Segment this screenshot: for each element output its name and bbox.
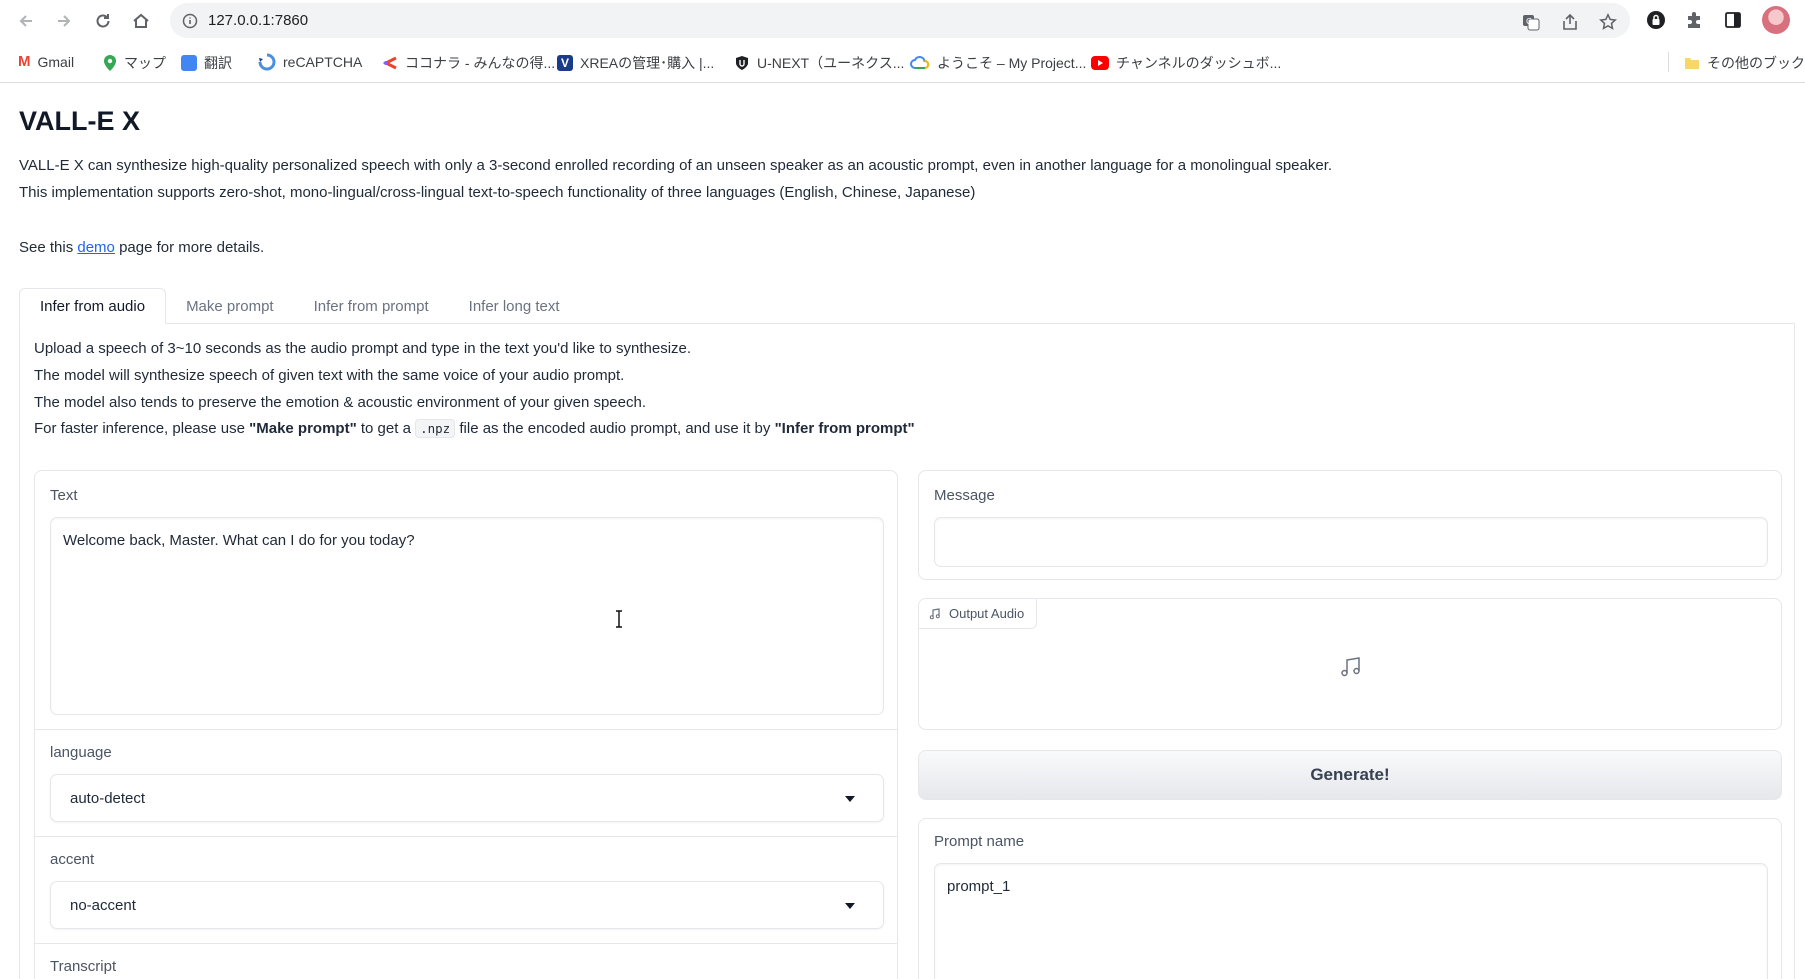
accent-block: accent no-accent — [35, 837, 897, 944]
instruction-line-4: For faster inference, please use "Make p… — [34, 419, 915, 438]
accent-label: accent — [50, 851, 95, 868]
bookmark-unext[interactable]: U-NEXT（ユーネクス... — [734, 53, 904, 73]
tab-bar: Infer from audio Make prompt Infer from … — [19, 288, 580, 324]
home-button[interactable] — [128, 8, 154, 34]
description-line-1: VALL-E X can synthesize high-quality per… — [19, 157, 1333, 174]
instruction-line-3: The model also tends to preserve the emo… — [34, 394, 647, 411]
chevron-down-icon — [845, 796, 855, 802]
tab-infer-from-prompt[interactable]: Infer from prompt — [294, 288, 449, 324]
url-text[interactable]: 127.0.0.1:7860 — [208, 12, 308, 29]
back-arrow-icon — [19, 15, 32, 27]
language-value: auto-detect — [70, 790, 146, 807]
unext-shield-icon — [736, 56, 748, 70]
chevron-down-icon — [845, 903, 855, 909]
password-manager-icon[interactable] — [1645, 9, 1667, 31]
language-block: language auto-detect — [35, 730, 897, 837]
back-button[interactable] — [13, 8, 39, 34]
accent-dropdown[interactable]: no-accent — [50, 881, 884, 929]
profile-avatar[interactable] — [1762, 6, 1790, 34]
prompt-name-label: Prompt name — [934, 833, 1025, 850]
svg-text:G: G — [1526, 17, 1532, 26]
reload-icon — [96, 14, 110, 28]
recaptcha-icon — [258, 53, 276, 71]
text-label: Text — [50, 487, 78, 504]
output-audio-panel: Output Audio — [918, 598, 1782, 730]
bookmark-maps[interactable]: マップ — [103, 53, 166, 73]
bookmark-coconala[interactable]: ココナラ - みんなの得... — [382, 53, 555, 73]
generate-button[interactable]: Generate! — [918, 750, 1782, 800]
gmail-icon: M — [18, 53, 31, 70]
reload-button[interactable] — [90, 8, 116, 34]
translate-icon[interactable]: G — [1520, 11, 1542, 33]
bookmark-recaptcha[interactable]: reCAPTCHA — [258, 53, 362, 71]
map-pin-icon — [104, 55, 116, 71]
cloud-icon — [910, 55, 930, 69]
bookmark-star-icon[interactable] — [1597, 11, 1619, 33]
page-content: VALL-E X VALL-E X can synthesize high-qu… — [0, 84, 1805, 979]
tab-make-prompt[interactable]: Make prompt — [166, 288, 294, 324]
prompt-name-panel: Prompt name prompt_1 — [918, 818, 1782, 979]
prompt-name-input[interactable]: prompt_1 — [934, 863, 1768, 979]
folder-icon — [1685, 58, 1699, 69]
tab-infer-from-audio[interactable]: Infer from audio — [19, 288, 167, 324]
youtube-icon — [1091, 56, 1109, 70]
translate-bookmark-icon — [181, 55, 197, 71]
bookmark-youtube-dashboard[interactable]: チャンネルのダッシュボ... — [1091, 53, 1281, 73]
audio-placeholder-music-icon — [1341, 657, 1360, 677]
forward-button[interactable] — [51, 8, 77, 34]
instruction-line-1: Upload a speech of 3~10 seconds as the a… — [34, 340, 692, 357]
side-panel-icon[interactable] — [1722, 9, 1744, 31]
home-icon — [133, 13, 149, 28]
demo-link-line: See this demo page for more details. — [19, 239, 265, 256]
extensions-puzzle-icon[interactable] — [1683, 9, 1705, 31]
output-audio-tag: Output Audio — [919, 599, 1038, 629]
xrea-icon: V — [557, 55, 573, 71]
text-input[interactable]: Welcome back, Master. What can I do for … — [50, 517, 884, 715]
bookmark-xrea[interactable]: V XREAの管理･購入 |... — [557, 53, 714, 73]
message-panel: Message — [918, 470, 1782, 580]
language-dropdown[interactable]: auto-detect — [50, 774, 884, 822]
other-bookmarks-folder[interactable]: その他のブックマー — [1684, 53, 1805, 73]
text-block: Text Welcome back, Master. What can I do… — [35, 471, 897, 730]
address-bar[interactable]: 127.0.0.1:7860 G — [170, 3, 1630, 38]
accent-value: no-accent — [70, 897, 136, 914]
text-cursor-icon — [616, 610, 622, 628]
language-label: language — [50, 744, 112, 761]
bookmark-gmail[interactable]: M Gmail — [18, 53, 74, 70]
browser-toolbar: 127.0.0.1:7860 G — [0, 0, 1805, 41]
music-note-icon — [929, 607, 940, 619]
transcript-block: Transcript — [35, 944, 897, 979]
share-icon[interactable] — [1559, 11, 1581, 33]
message-output[interactable] — [934, 517, 1768, 567]
instruction-line-2: The model will synthesize speech of give… — [34, 367, 625, 384]
coconala-icon — [382, 56, 397, 70]
bookmark-translate[interactable]: 翻訳 — [181, 53, 232, 73]
demo-link[interactable]: demo — [77, 239, 115, 256]
description-line-2: This implementation supports zero-shot, … — [19, 184, 976, 201]
transcript-label: Transcript — [50, 958, 117, 975]
message-label: Message — [934, 487, 995, 504]
bookmarks-bar: M Gmail マップ 翻訳 reCAPTCHA ココナラ - みんなの得...… — [0, 41, 1805, 83]
tab-infer-long-text[interactable]: Infer long text — [449, 288, 580, 324]
forward-arrow-icon — [58, 15, 71, 27]
input-panel: Text Welcome back, Master. What can I do… — [34, 470, 898, 979]
info-icon[interactable] — [182, 13, 198, 29]
bookmarks-separator — [1668, 52, 1669, 72]
bookmark-cloud-project[interactable]: ようこそ – My Project... — [910, 53, 1086, 73]
page-title: VALL-E X — [19, 106, 140, 136]
